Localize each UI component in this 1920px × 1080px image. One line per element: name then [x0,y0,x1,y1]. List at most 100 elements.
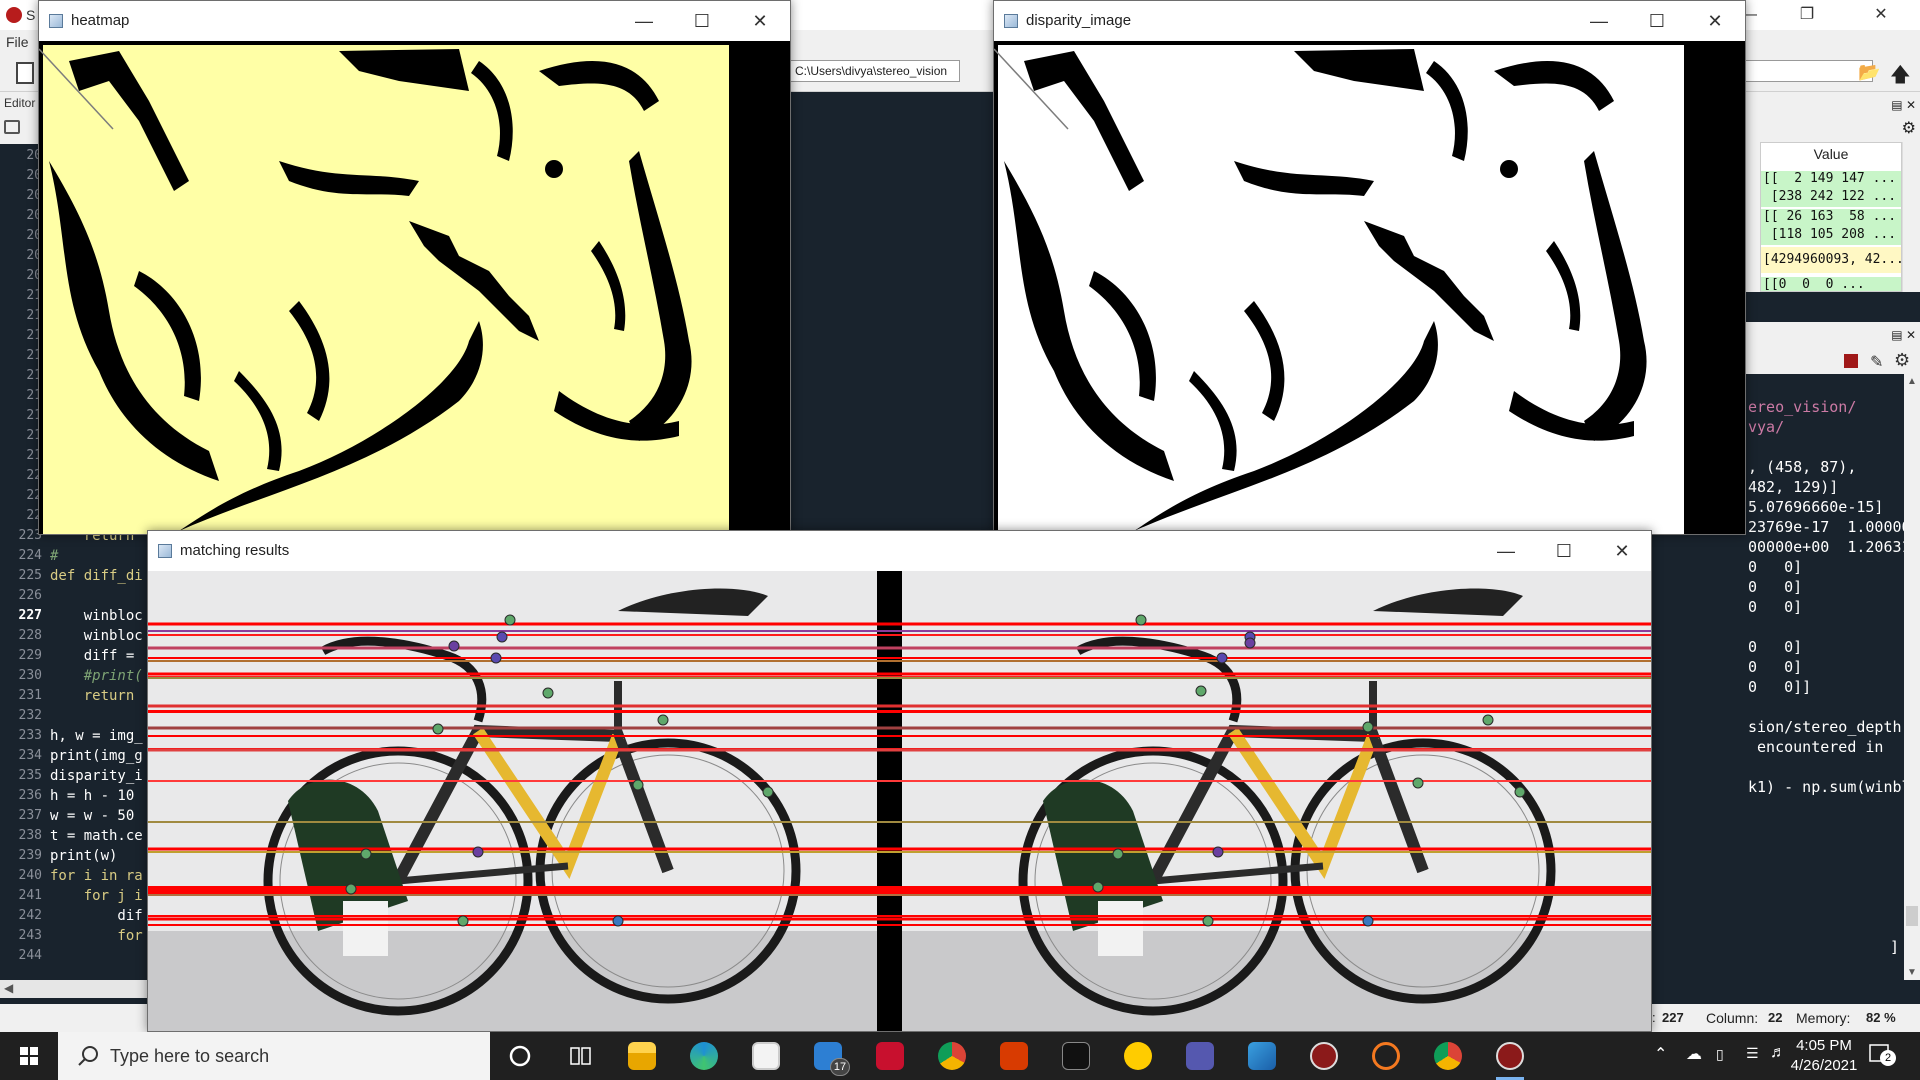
code-line[interactable]: def diff_di [50,568,143,584]
wifi-icon[interactable]: ☰ [1746,1045,1759,1080]
console-line: 0 0] [1748,638,1803,656]
ipython-console[interactable]: ereo_vision/vya/ , (458, 87), 482, 129)] 5.… [1744,374,1904,980]
scroll-left-icon[interactable]: ◀ [4,981,13,995]
game-app-icon[interactable] [870,1040,910,1072]
battery-icon[interactable]: ▯ [1716,1046,1724,1080]
code-line[interactable]: disparity_i [50,768,143,784]
chrome-icon[interactable] [932,1040,972,1072]
close-icon[interactable]: ✕ [731,1,789,41]
matching-titlebar[interactable]: matching results — ☐ ✕ [148,531,1651,571]
variable-value[interactable]: [4294960093, 42... [1761,247,1901,273]
code-line[interactable]: dif [50,908,142,924]
code-line[interactable]: t = math.ce [50,828,143,844]
clock[interactable]: 4:05 PM 4/26/2021 [1774,1036,1874,1076]
office-icon[interactable] [994,1040,1034,1072]
gear-icon[interactable]: ⚙ [1894,350,1910,371]
folder-icon[interactable] [4,120,20,134]
console-line: 0 0] [1748,578,1803,596]
code-line[interactable]: winbloc [50,628,143,644]
heatmap-window[interactable]: heatmap — ☐ ✕ [38,0,791,535]
teams-icon[interactable] [1180,1040,1220,1072]
taskbar-search[interactable]: Type here to search [58,1032,490,1080]
matching-results-window[interactable]: matching results — ☐ ✕ [147,530,1652,1032]
close-icon[interactable]: ✕ [1593,531,1651,571]
code-line[interactable]: return [50,688,143,704]
code-line[interactable]: w = w - 50 [50,808,134,824]
variable-column-header[interactable]: Value [1761,143,1901,165]
variable-value[interactable]: [118 105 208 ... [1761,227,1901,245]
anaconda-icon[interactable] [1366,1040,1406,1072]
close-icon[interactable]: ✕ [1686,1,1744,41]
pane-undock-close-icons[interactable]: ▤ ✕ [1891,328,1916,342]
clear-console-icon[interactable]: ✎ [1870,352,1883,372]
heatmap-titlebar[interactable]: heatmap — ☐ ✕ [39,1,790,41]
line-number: 225 [18,568,42,583]
code-line[interactable]: #print( [50,668,143,684]
disparity-titlebar[interactable]: disparity_image — ☐ ✕ [994,1,1745,41]
edge-browser-icon[interactable] [684,1040,724,1072]
code-line[interactable]: h = h - 10 [50,788,134,804]
stop-icon[interactable] [1844,354,1858,368]
minimize-icon[interactable]: — [1477,531,1535,571]
file-explorer-icon[interactable] [622,1040,662,1072]
code-line[interactable]: for i in ra [50,868,143,884]
microsoft-store-icon[interactable] [746,1040,786,1072]
editor-horizontal-scrollbar[interactable]: ◀ [0,980,148,998]
working-directory-combo[interactable]: C:\Users\divya\stereo_vision [790,60,960,82]
code-line[interactable]: # [50,548,58,564]
variable-value[interactable]: [238 242 122 ... [1761,189,1901,207]
close-icon[interactable]: ✕ [1852,0,1910,30]
chrome-profile-icon[interactable] [1428,1040,1468,1072]
scroll-up-icon[interactable]: ▲ [1907,376,1917,387]
scroll-down-icon[interactable]: ▼ [1907,967,1917,978]
cloud-icon[interactable]: ☁ [1686,1044,1702,1080]
code-line[interactable]: h, w = img_ [50,728,143,744]
tray-chevron-icon[interactable]: ⌃ [1654,1044,1667,1080]
code-line[interactable]: for j i [50,888,143,904]
task-view-icon[interactable] [560,1040,600,1072]
pane-undock-close-icons[interactable]: ▤ ✕ [1891,98,1916,112]
photos-icon[interactable] [1242,1040,1282,1072]
minimize-icon[interactable]: — [1570,1,1628,41]
variable-scrollbar[interactable] [1902,142,1918,292]
line-number: 234 [18,748,42,763]
right-directory-combo[interactable]: ⌄ [1745,60,1873,82]
mail-icon[interactable]: 17 [808,1040,850,1076]
start-button[interactable] [0,1032,58,1080]
search-placeholder: Type here to search [110,1046,270,1066]
line-number: 231 [18,688,42,703]
minimize-icon[interactable]: — [615,1,673,41]
cyberghost-icon[interactable] [1118,1040,1158,1072]
scroll-thumb[interactable] [1906,906,1918,926]
window-title: heatmap [71,12,130,29]
clock-time: 4:05 PM [1796,1037,1852,1054]
maximize-icon[interactable]: ☐ [1628,1,1686,41]
maximize-icon[interactable]: ☐ [673,1,731,41]
code-line[interactable]: diff = [50,648,143,664]
cortana-icon[interactable] [500,1040,540,1072]
new-file-icon[interactable] [16,62,34,84]
variable-value[interactable]: [[0 0 0 ... [1761,277,1901,291]
variable-value[interactable]: [[ 2 149 147 ... [1761,171,1901,189]
line-number: 226 [18,588,42,603]
console-line: sion/stereo_depth.py:229: [1748,718,1904,736]
variable-value[interactable]: [[ 26 163 58 ... [1761,209,1901,227]
code-line[interactable]: winbloc [50,608,143,624]
open-folder-icon[interactable]: 📂 [1858,62,1880,83]
code-line[interactable]: for [50,928,142,944]
epic-games-icon[interactable] [1056,1040,1096,1072]
gear-icon[interactable]: ⚙ [1902,118,1916,138]
restore-icon[interactable]: ❐ [1778,0,1836,30]
code-line[interactable]: print(img_g [50,748,143,764]
line-number: 239 [18,848,42,863]
parent-directory-icon[interactable]: 🡅 [1890,60,1911,94]
maximize-icon[interactable]: ☐ [1535,531,1593,571]
disparity-window[interactable]: disparity_image — ☐ ✕ [993,0,1746,535]
window-title: matching results [180,542,290,559]
notification-center-icon[interactable]: 2 [1868,1042,1896,1068]
console-scrollbar[interactable]: ▲ ▼ [1904,374,1920,980]
menu-file[interactable]: File [6,34,29,50]
code-line[interactable]: print(w) [50,848,117,864]
spyder-icon[interactable] [1304,1040,1344,1072]
opencv-python-icon[interactable] [1490,1040,1530,1080]
